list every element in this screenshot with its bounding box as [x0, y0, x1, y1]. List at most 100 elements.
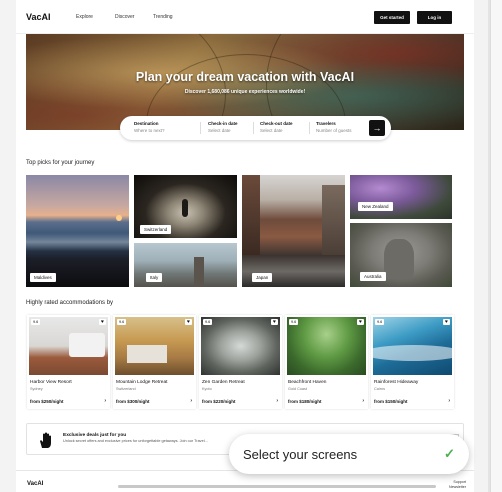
accommodation-location: Gold Coast — [288, 387, 307, 391]
destination-card-switzerland[interactable]: Switzerland — [134, 175, 237, 238]
footer-logo[interactable]: VacAI — [27, 481, 43, 487]
destination-label: Italy — [146, 273, 163, 282]
destination-card-italy[interactable]: Italy — [134, 243, 237, 287]
destination-field[interactable]: Destination Where to next? — [134, 121, 194, 135]
checkout-field[interactable]: Check-out date Select date — [260, 121, 312, 135]
heart-icon[interactable]: ♥ — [271, 319, 278, 325]
accommodation-name: Mountain Lodge Retreat — [116, 380, 168, 385]
accommodation-name: Rainforest Hideaway — [374, 380, 419, 385]
accommodation-price: from $220/night — [202, 399, 236, 404]
heart-icon[interactable]: ♥ — [99, 319, 106, 325]
top-navbar: VacAI Explore Discover Trending Get star… — [16, 0, 474, 34]
footer-link[interactable]: Newsletter — [449, 485, 466, 490]
hiker-figure — [182, 199, 188, 217]
sun — [116, 215, 122, 221]
accommodations-heading: Highly rated accommodations by — [26, 300, 114, 306]
accommodation-card[interactable]: 9.6 ♥ Harbor View Resort Sydney from $25… — [27, 315, 110, 409]
hero-subtitle: Discover 1,680,086 unique experiences wo… — [184, 89, 306, 95]
hero-title: Plan your dream vacation with VacAI — [135, 70, 355, 84]
accommodation-price: from $250/night — [30, 399, 64, 404]
destination-card-maldives[interactable]: Maldives — [26, 175, 129, 287]
accommodation-card[interactable]: 9.6 ♥ Zen Garden Retreat Kyoto from $220… — [199, 315, 282, 409]
accommodation-price: from $180/night — [288, 399, 322, 404]
accommodation-image — [29, 317, 108, 375]
accommodation-card[interactable]: 9.6 ♥ Rainforest Hideaway Cairns from $1… — [371, 315, 454, 409]
side-panel-edge — [488, 0, 502, 492]
elephant-shape — [384, 239, 414, 279]
rating-badge: 9.6 — [117, 319, 127, 325]
destination-card-australia[interactable]: Australia — [350, 223, 452, 287]
divider — [200, 122, 201, 134]
heart-icon[interactable]: ♥ — [443, 319, 450, 325]
destination-label: New Zealand — [358, 202, 393, 211]
horizontal-scrollbar[interactable] — [118, 485, 436, 488]
footer-links: Support Newsletter — [449, 480, 466, 490]
chair-shape — [69, 333, 105, 357]
travelers-field[interactable]: Travelers Number of guests — [316, 121, 368, 135]
search-submit-button[interactable]: → — [369, 120, 385, 136]
accommodation-name: Harbor View Resort — [30, 380, 72, 385]
rating-badge: 9.6 — [203, 319, 213, 325]
accommodation-card[interactable]: 9.6 ♥ Mountain Lodge Retreat Switzerland… — [113, 315, 196, 409]
hand-icon — [38, 431, 54, 449]
accommodation-image — [201, 317, 280, 375]
deals-title: Exclusive deals just for you — [63, 433, 127, 438]
nav-discover[interactable]: Discover — [115, 14, 134, 20]
nav-explore[interactable]: Explore — [76, 14, 93, 20]
website-card: VacAI Explore Discover Trending Get star… — [16, 0, 474, 492]
accommodation-name: Zen Garden Retreat — [202, 380, 245, 385]
accommodation-image — [287, 317, 366, 375]
accommodation-price: from $150/night — [374, 399, 408, 404]
accommodation-image — [115, 317, 194, 375]
toast-text: Select your screens — [243, 447, 358, 462]
field-label: Destination — [134, 121, 159, 126]
field-label: Check-out date — [260, 121, 293, 126]
field-placeholder: Number of guests — [316, 128, 352, 133]
accommodation-location: Kyoto — [202, 387, 212, 391]
get-started-button[interactable]: Get started — [374, 11, 410, 24]
building-right — [322, 185, 345, 255]
top-picks-heading: Top picks for your journey — [26, 160, 95, 166]
field-placeholder: Where to next? — [134, 128, 165, 133]
wave-crest — [373, 345, 452, 361]
search-bar: Destination Where to next? Check-in date… — [120, 116, 391, 140]
building-left — [242, 175, 260, 255]
heart-icon[interactable]: ♥ — [357, 319, 364, 325]
accommodation-location: Cairns — [374, 387, 385, 391]
heart-icon[interactable]: ♥ — [185, 319, 192, 325]
destination-label: Maldives — [30, 273, 56, 282]
chevron-right-icon[interactable]: › — [362, 398, 364, 404]
destination-card-new-zealand[interactable]: New Zealand — [350, 175, 452, 219]
nav-trending[interactable]: Trending — [153, 14, 173, 20]
arrow-right-icon: → — [372, 123, 382, 133]
login-button[interactable]: Log in — [417, 11, 452, 24]
field-placeholder: Select date — [260, 128, 283, 133]
accommodation-card[interactable]: 9.6 ♥ Beachfront Haven Gold Coast from $… — [285, 315, 368, 409]
destination-label: Switzerland — [140, 225, 172, 234]
logo[interactable]: VacAI — [26, 12, 51, 22]
select-screens-toast[interactable]: Select your screens ✓ — [229, 434, 469, 474]
deals-text: Unlock secret offers and exclusive price… — [63, 439, 208, 443]
tower-shape — [194, 257, 204, 287]
chevron-right-icon[interactable]: › — [448, 398, 450, 404]
destination-label: Australia — [360, 272, 386, 281]
destination-label: Japan — [252, 273, 273, 282]
rating-badge: 9.6 — [375, 319, 385, 325]
accommodation-price: from $300/night — [116, 399, 150, 404]
accommodation-location: Switzerland — [116, 387, 136, 391]
checkmark-icon[interactable]: ✓ — [444, 446, 455, 462]
rating-badge: 9.6 — [31, 319, 41, 325]
accommodation-name: Beachfront Haven — [288, 380, 327, 385]
accommodation-image — [373, 317, 452, 375]
chevron-right-icon[interactable]: › — [276, 398, 278, 404]
page-background: VacAI Explore Discover Trending Get star… — [0, 0, 490, 492]
bed-shape — [127, 345, 167, 363]
chevron-right-icon[interactable]: › — [190, 398, 192, 404]
chevron-right-icon[interactable]: › — [104, 398, 106, 404]
field-label: Travelers — [316, 121, 336, 126]
divider — [253, 122, 254, 134]
accommodation-location: Sydney — [30, 387, 43, 391]
destination-card-japan[interactable]: Japan — [242, 175, 345, 287]
rating-badge: 9.6 — [289, 319, 299, 325]
wave-foam — [26, 233, 129, 251]
